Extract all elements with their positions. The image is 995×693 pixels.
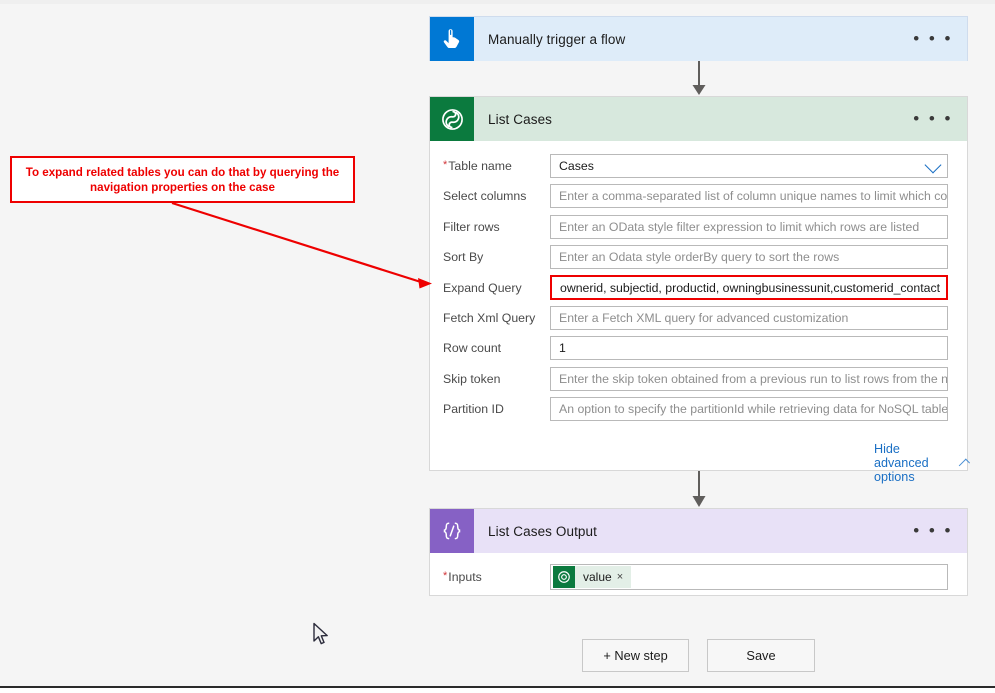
list-cases-card-header[interactable]: List Cases • • •	[430, 97, 967, 141]
field-input-fetch-xml-query[interactable]: Enter a Fetch XML query for advanced cus…	[550, 306, 948, 330]
annotation-text: To expand related tables you can do that…	[22, 165, 343, 195]
field-input-partition-id[interactable]: An option to specify the partitionId whi…	[550, 397, 948, 421]
field-input-skip-token[interactable]: Enter the skip token obtained from a pre…	[550, 367, 948, 391]
compose-card-menu-button[interactable]: • • •	[913, 527, 953, 535]
inputs-row: *Inputs value ×	[430, 565, 948, 589]
form-row-sort-by: Sort By Enter an Odata style orderBy quer…	[430, 245, 948, 269]
compose-card-header[interactable]: List Cases Output • • •	[430, 509, 967, 553]
field-label-text: Fetch Xml Query	[443, 311, 535, 325]
field-value-text: Enter a Fetch XML query for advanced cus…	[559, 311, 848, 325]
trigger-card-header[interactable]: Manually trigger a flow • • •	[430, 17, 967, 61]
form-row-skip-token: Skip token Enter the skip token obtained …	[430, 367, 948, 391]
field-input-table-name[interactable]: Cases	[550, 154, 948, 178]
field-input-filter-rows[interactable]: Enter an OData style filter expression t…	[550, 215, 948, 239]
field-value-text: Enter a comma-separated list of column u…	[559, 189, 948, 203]
field-label-skip-token: Skip token	[430, 372, 550, 386]
new-step-button[interactable]: + New step	[582, 639, 689, 672]
field-label-sort-by: Sort By	[430, 250, 550, 264]
inputs-label: *Inputs	[430, 570, 550, 584]
field-label-expand-query: Expand Query	[430, 281, 550, 295]
field-label-text: Select columns	[443, 189, 526, 203]
field-label-fetch-xml-query: Fetch Xml Query	[430, 311, 550, 325]
field-label-filter-rows: Filter rows	[430, 220, 550, 234]
list-cases-card-title: List Cases	[488, 112, 552, 127]
field-label-text: Skip token	[443, 372, 500, 386]
field-label-text: Filter rows	[443, 220, 500, 234]
field-input-sort-by[interactable]: Enter an Odata style orderBy query to so…	[550, 245, 948, 269]
chevron-up-icon[interactable]	[958, 458, 970, 470]
action-card-list-cases-output[interactable]: List Cases Output • • • *Inputs value	[429, 508, 968, 596]
top-edge-strip	[0, 0, 995, 4]
form-row-expand-query: Expand Query ownerid, subjectid, producti…	[430, 276, 948, 300]
field-input-expand-query[interactable]: ownerid, subjectid, productid, owningbus…	[550, 275, 948, 300]
connector-trigger-to-list	[690, 61, 708, 97]
trigger-card-menu-button[interactable]: • • •	[913, 35, 953, 43]
connector-list-to-compose	[690, 471, 708, 509]
field-label-text: Row count	[443, 341, 501, 355]
token-label: value	[575, 570, 617, 584]
field-value-text: Enter an Odata style orderBy query to so…	[559, 250, 839, 264]
list-cases-card-menu-button[interactable]: • • •	[913, 115, 953, 123]
field-input-row-count[interactable]: 1	[550, 336, 948, 360]
required-asterisk: *	[443, 570, 447, 582]
trigger-card-manually-trigger-a-flow[interactable]: Manually trigger a flow • • •	[429, 16, 968, 61]
annotation-callout-box: To expand related tables you can do that…	[10, 156, 355, 203]
field-label-partition-id: Partition ID	[430, 402, 550, 416]
hide-advanced-options-link[interactable]: Hide advanced options	[874, 442, 967, 484]
trigger-card-title: Manually trigger a flow	[488, 32, 625, 47]
form-row-fetch-xml-query: Fetch Xml Query Enter a Fetch XML query f…	[430, 306, 948, 330]
inputs-token-field[interactable]: value ×	[550, 564, 948, 590]
field-label-text: Sort By	[443, 250, 483, 264]
field-input-select-columns[interactable]: Enter a comma-separated list of column u…	[550, 184, 948, 208]
below-rule-area	[0, 688, 995, 693]
dataverse-icon	[553, 566, 575, 588]
dynamic-content-token-value[interactable]: value ×	[553, 566, 631, 588]
tap-hand-icon	[430, 17, 474, 61]
action-card-list-cases[interactable]: List Cases • • • *Table name Cases Select …	[429, 96, 968, 471]
form-row-partition-id: Partition ID An option to specify the par…	[430, 397, 948, 421]
field-value-text: Cases	[559, 159, 594, 173]
close-icon[interactable]: ×	[617, 571, 631, 583]
form-row-select-columns: Select columns Enter a comma-separated li…	[430, 184, 948, 208]
field-label-text: Partition ID	[443, 402, 504, 416]
compose-card-title: List Cases Output	[488, 524, 597, 539]
field-value-text: 1	[559, 341, 566, 355]
field-label-text: Table name	[448, 159, 512, 173]
field-value-text: Enter the skip token obtained from a pre…	[559, 372, 948, 386]
field-value-text: An option to specify the partitionId whi…	[559, 402, 948, 416]
mouse-cursor	[312, 622, 332, 648]
field-value-text: ownerid, subjectid, productid, owningbus…	[560, 281, 940, 295]
required-asterisk: *	[443, 159, 447, 171]
form-row-row-count: Row count 1	[430, 336, 948, 360]
chevron-down-icon[interactable]	[925, 157, 942, 174]
flow-designer-canvas: Manually trigger a flow • • • List Cases…	[0, 0, 995, 693]
form-row-table-name: *Table name Cases	[430, 154, 948, 178]
hide-advanced-options-label: Hide advanced options	[874, 442, 952, 484]
dataverse-icon	[430, 97, 474, 141]
field-label-text: Expand Query	[443, 281, 522, 295]
save-button[interactable]: Save	[707, 639, 815, 672]
compose-braces-icon	[430, 509, 474, 553]
field-label-select-columns: Select columns	[430, 189, 550, 203]
form-row-filter-rows: Filter rows Enter an OData style filter e…	[430, 215, 948, 239]
field-value-text: Enter an OData style filter expression t…	[559, 220, 919, 234]
field-label-row-count: Row count	[430, 341, 550, 355]
field-label-table-name: *Table name	[430, 159, 550, 173]
